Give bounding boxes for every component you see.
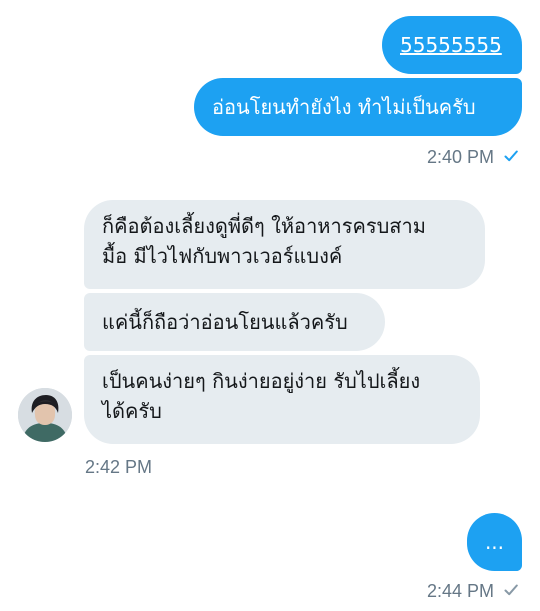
message-line: ก็คือต้องเลี้ยงดูพี่ดีๆ ให้อาหารครบสาม bbox=[102, 214, 426, 238]
outgoing-message-3[interactable]: ... bbox=[467, 513, 522, 571]
message-line: เป็นคนง่ายๆ กินง่ายอยู่ง่าย รับไปเลี้ยง bbox=[102, 369, 421, 393]
avatar-image bbox=[18, 388, 72, 442]
incoming-timestamp: 2:42 PM bbox=[85, 454, 152, 480]
check-icon bbox=[504, 147, 518, 168]
last-timestamp: 2:44 PM bbox=[427, 578, 518, 604]
incoming-message-3[interactable]: เป็นคนง่ายๆ กินง่ายอยู่ง่าย รับไปเลี้ยง … bbox=[84, 355, 480, 444]
incoming-message-2[interactable]: แค่นี้ก็ถือว่าอ่อนโยนแล้วครับ bbox=[84, 293, 385, 351]
outgoing-timestamp: 2:40 PM bbox=[427, 144, 518, 170]
message-text: แค่นี้ก็ถือว่าอ่อนโยนแล้วครับ bbox=[102, 310, 348, 334]
message-line: ได้ครับ bbox=[102, 399, 162, 423]
message-link-text[interactable]: 55555555 bbox=[400, 30, 502, 60]
message-text: ... bbox=[484, 530, 505, 554]
check-icon bbox=[504, 581, 518, 602]
chat-thread: 55555555 อ่อนโยนทำยังไง ทำไม่เป็นครับ 2:… bbox=[0, 0, 540, 611]
timestamp-text: 2:42 PM bbox=[85, 456, 153, 477]
outgoing-message-2[interactable]: อ่อนโยนทำยังไง ทำไม่เป็นครับ bbox=[194, 78, 522, 136]
timestamp-text: 2:44 PM bbox=[426, 580, 494, 601]
outgoing-message-1[interactable]: 55555555 bbox=[382, 16, 522, 74]
incoming-message-1[interactable]: ก็คือต้องเลี้ยงดูพี่ดีๆ ให้อาหารครบสาม ม… bbox=[84, 200, 485, 289]
message-line: มื้อ มีไวไฟกับพาวเวอร์แบงค์ bbox=[102, 244, 343, 268]
message-text: อ่อนโยนทำยังไง ทำไม่เป็นครับ bbox=[212, 95, 476, 119]
avatar[interactable] bbox=[18, 388, 72, 442]
timestamp-text: 2:40 PM bbox=[426, 146, 494, 167]
